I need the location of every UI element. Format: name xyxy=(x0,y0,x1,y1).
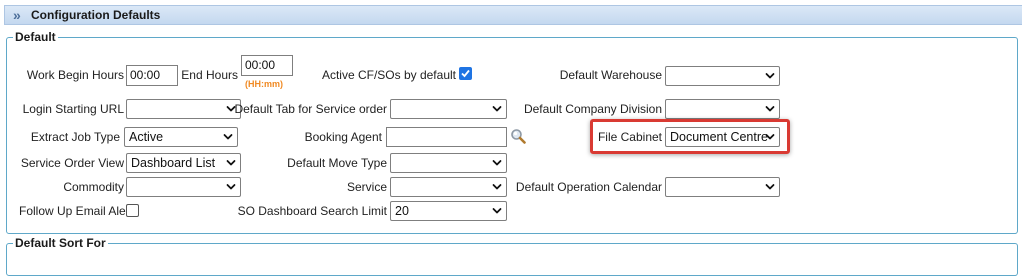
default-operation-calendar-label: Default Operation Calendar xyxy=(515,180,662,194)
chevron-down-icon xyxy=(492,206,502,216)
section-title: Configuration Defaults xyxy=(31,8,161,22)
end-hours-input[interactable]: 00:00 xyxy=(241,55,293,76)
chevron-down-icon xyxy=(226,158,236,168)
active-cf-label: Active CF/SOs by default xyxy=(321,68,456,82)
default-move-type-select[interactable] xyxy=(390,153,507,173)
file-cabinet-label: File Cabinet xyxy=(597,130,662,144)
service-order-view-label: Service Order View xyxy=(20,156,124,170)
booking-agent-input[interactable] xyxy=(386,127,507,147)
so-dashboard-search-limit-value: 20 xyxy=(395,204,409,218)
commodity-label: Commodity xyxy=(63,180,124,194)
chevron-down-icon xyxy=(765,132,775,142)
default-sort-legend: Default Sort For xyxy=(15,236,106,250)
chevron-down-icon xyxy=(226,182,236,192)
service-label: Service xyxy=(346,180,387,194)
default-company-division-select[interactable] xyxy=(665,99,780,119)
commodity-select[interactable] xyxy=(126,177,241,197)
active-cf-checkbox[interactable] xyxy=(459,67,472,80)
chevron-down-icon xyxy=(765,182,775,192)
extract-job-type-label: Extract Job Type xyxy=(30,130,120,144)
work-begin-hours-input[interactable]: 00:00 xyxy=(126,65,178,86)
work-begin-hours-label: Work Begin Hours xyxy=(26,68,124,82)
login-starting-url-label: Login Starting URL xyxy=(22,102,124,116)
service-order-view-value: Dashboard List xyxy=(131,156,216,170)
booking-agent-label: Booking Agent xyxy=(304,130,382,144)
chevron-down-icon xyxy=(223,132,233,142)
extract-job-type-select[interactable]: Active xyxy=(124,127,238,147)
service-order-view-select[interactable]: Dashboard List xyxy=(126,153,241,173)
file-cabinet-value: Document Centre xyxy=(670,130,768,144)
extract-job-type-value: Active xyxy=(129,130,164,144)
default-warehouse-select[interactable] xyxy=(665,66,780,86)
default-company-division-label: Default Company Division xyxy=(523,102,662,116)
default-warehouse-label: Default Warehouse xyxy=(559,68,662,82)
default-legend: Default xyxy=(15,30,56,44)
chevron-down-icon xyxy=(765,104,775,114)
magnifier-icon[interactable] xyxy=(510,128,526,144)
end-hours-label: End Hours xyxy=(181,68,238,82)
section-header: » Configuration Defaults xyxy=(4,5,1022,25)
default-tab-label: Default Tab for Service order xyxy=(234,102,387,116)
follow-up-email-alert-checkbox[interactable] xyxy=(126,204,139,217)
default-operation-calendar-select[interactable] xyxy=(665,177,780,197)
time-format-hint: (HH:mm) xyxy=(245,79,283,89)
so-dashboard-search-limit-select[interactable]: 20 xyxy=(390,201,507,221)
checkmark-icon xyxy=(461,69,470,78)
file-cabinet-select[interactable]: Document Centre xyxy=(665,127,780,147)
so-dashboard-search-limit-label: SO Dashboard Search Limit xyxy=(237,204,387,218)
chevron-down-icon xyxy=(492,158,502,168)
follow-up-email-alert-label: Follow Up Email Alert xyxy=(19,204,134,218)
default-move-type-label: Default Move Type xyxy=(287,156,387,170)
default-tab-select[interactable] xyxy=(390,99,507,119)
chevron-double-right-icon: » xyxy=(13,7,21,23)
default-sort-fieldset: Default Sort For xyxy=(6,236,1018,276)
chevron-down-icon xyxy=(765,71,775,81)
